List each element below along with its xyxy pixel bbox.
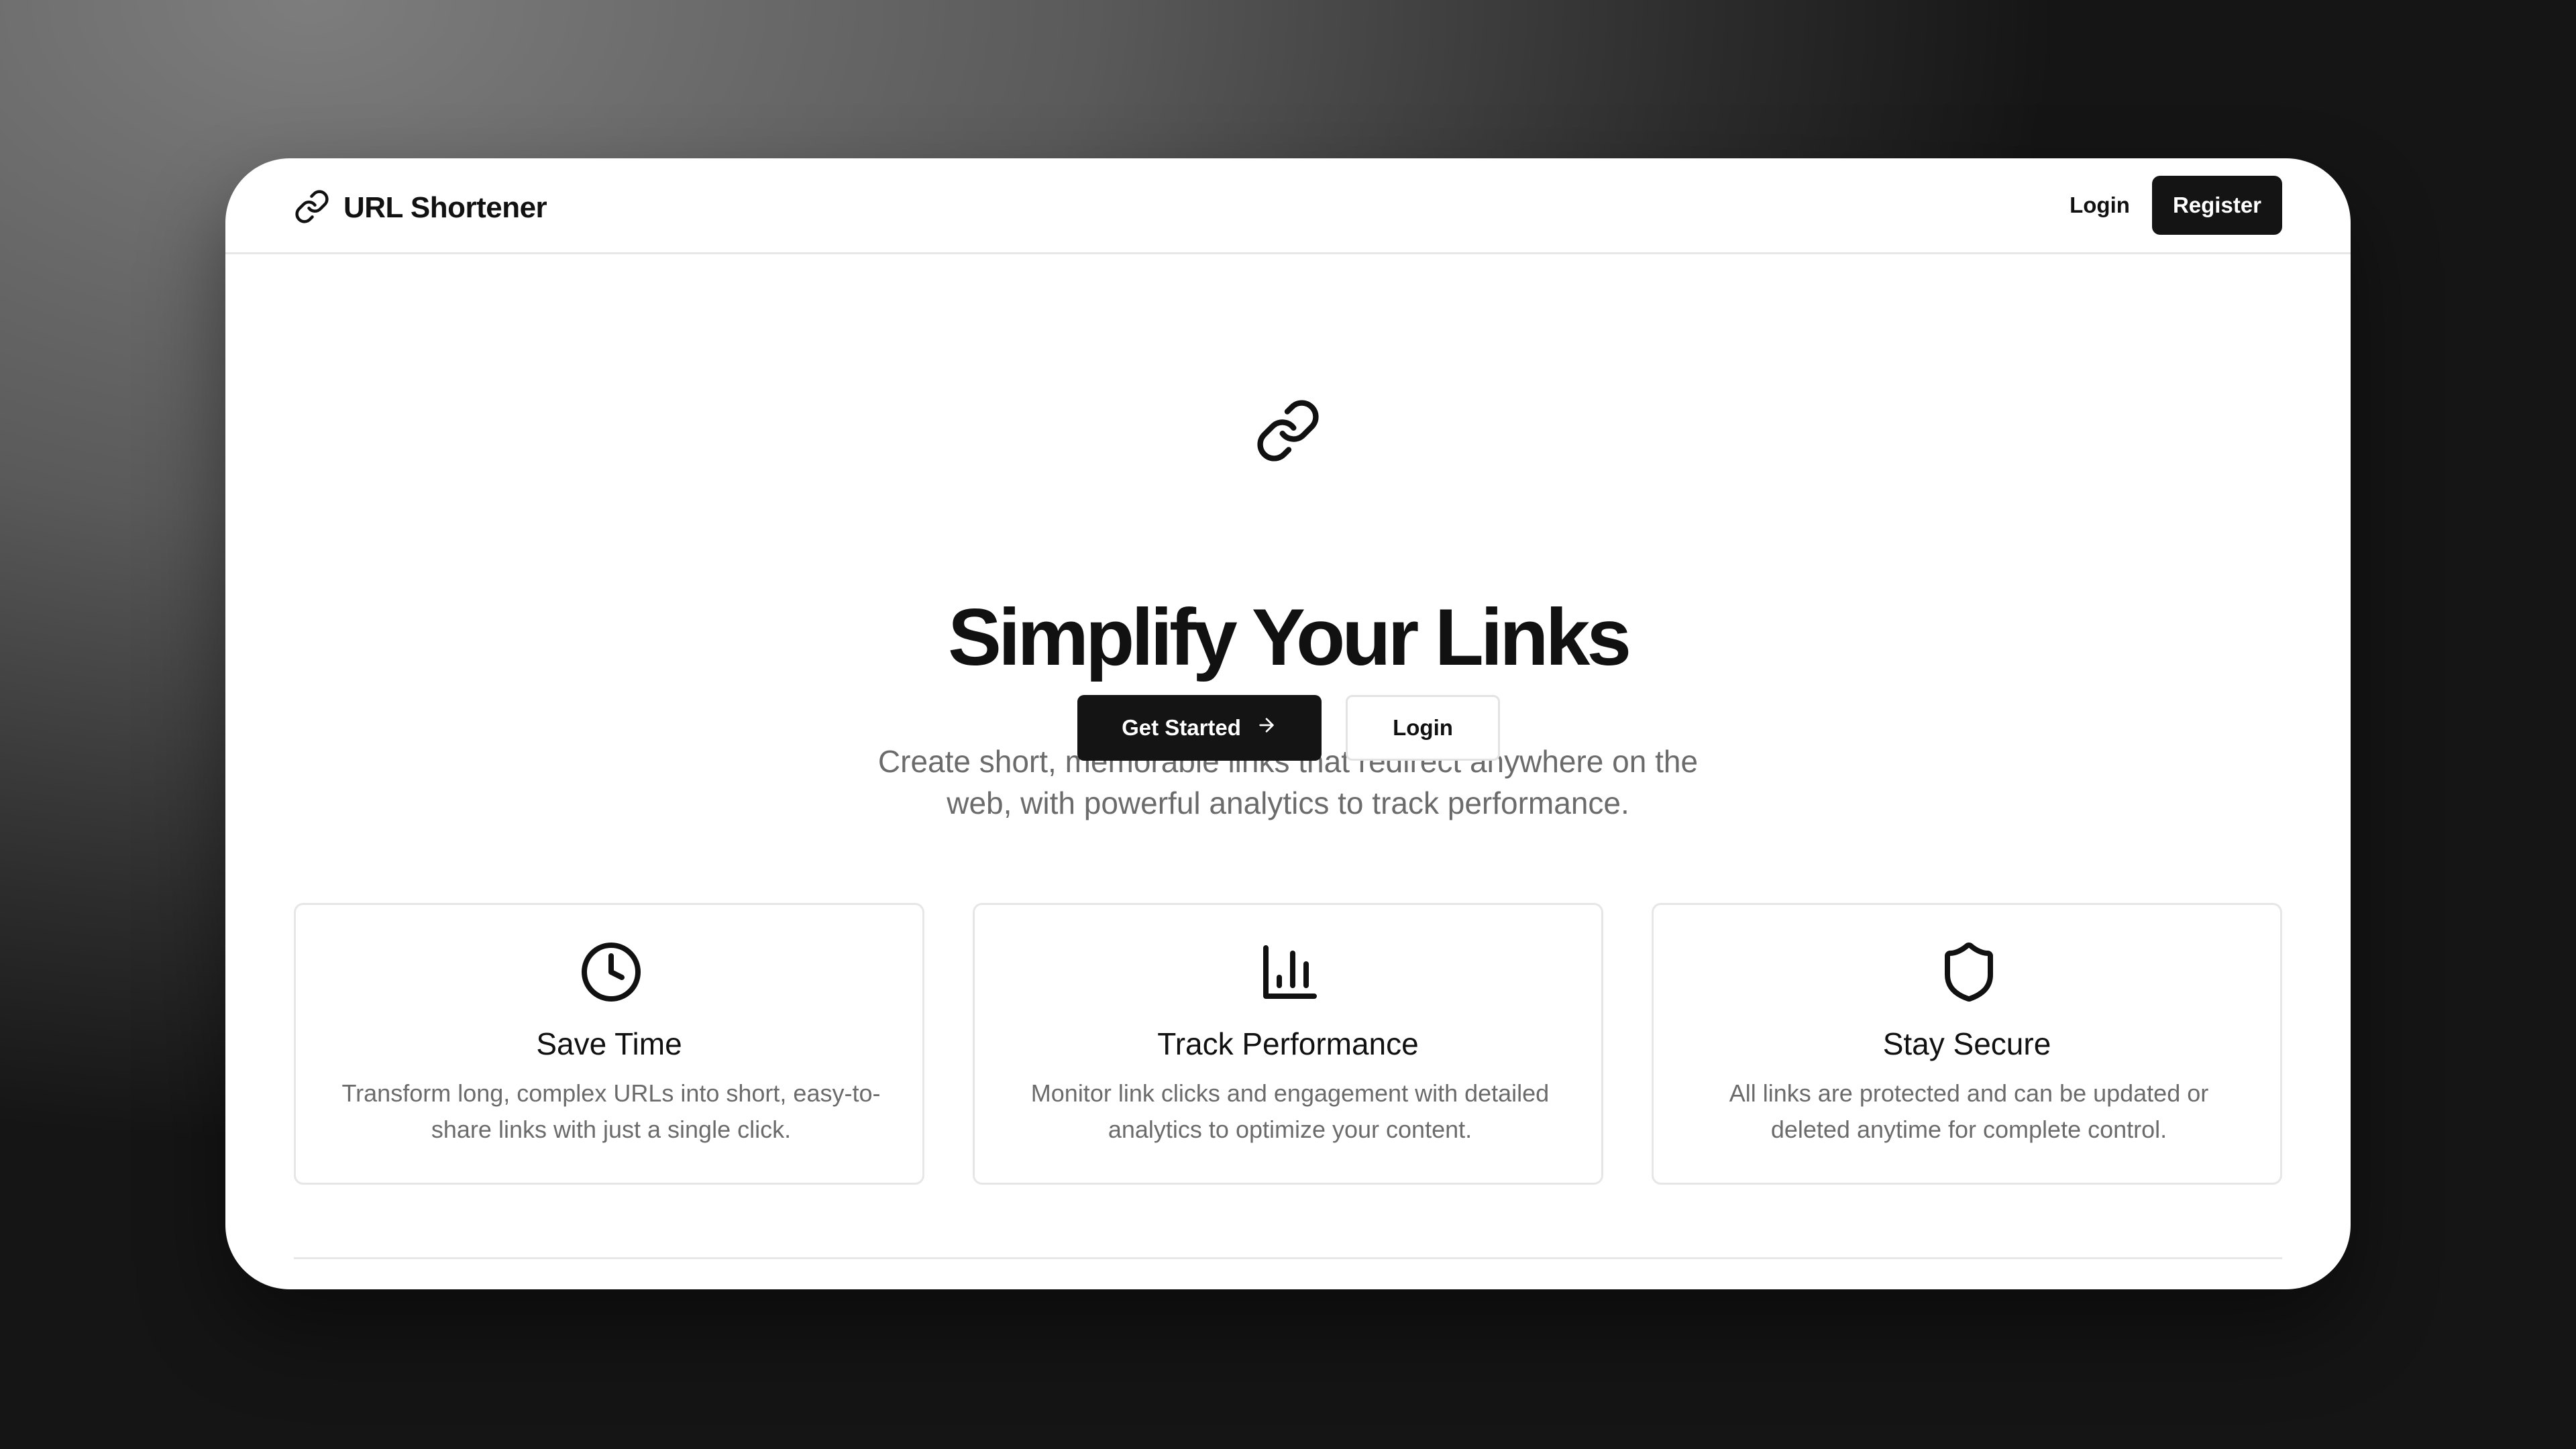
feature-description: Transform long, complex URLs into short,… <box>341 1079 881 1143</box>
hero-login-button[interactable]: Login <box>1346 695 1500 761</box>
shield-icon <box>1937 940 2001 1004</box>
feature-description: Monitor link clicks and engagement with … <box>1030 1079 1550 1143</box>
feature-title: Track Performance <box>1157 1026 1419 1061</box>
feature-description: All links are protected and can be updat… <box>1729 1079 2209 1143</box>
app-window: URL Shortener Login Register Simplify Yo… <box>225 158 2351 1289</box>
get-started-button[interactable]: Get Started <box>1077 695 1322 761</box>
bar-chart-icon <box>1258 940 1322 1004</box>
footer-divider <box>294 1257 2282 1259</box>
link-icon <box>1254 397 1322 464</box>
feature-card-stay-secure: Stay Secure All links are protected and … <box>1652 903 2282 1185</box>
arrow-right-icon <box>1256 714 1277 741</box>
nav-login-button[interactable]: Login <box>2046 176 2153 235</box>
register-button[interactable]: Register <box>2152 176 2282 235</box>
hero-title: Simplify Your Links <box>947 592 1631 682</box>
clock-icon <box>579 940 643 1004</box>
feature-title: Stay Secure <box>1882 1026 2051 1061</box>
top-navbar: URL Shortener Login Register <box>225 158 2351 254</box>
brand[interactable]: URL Shortener <box>294 188 547 228</box>
get-started-label: Get Started <box>1122 715 1241 740</box>
feature-card-save-time: Save Time Transform long, complex URLs i… <box>294 903 924 1185</box>
feature-card-track-performance: Track Performance Monitor link clicks an… <box>973 903 1603 1185</box>
brand-name: URL Shortener <box>343 191 547 224</box>
link-icon <box>294 189 330 228</box>
feature-title: Save Time <box>536 1026 682 1061</box>
